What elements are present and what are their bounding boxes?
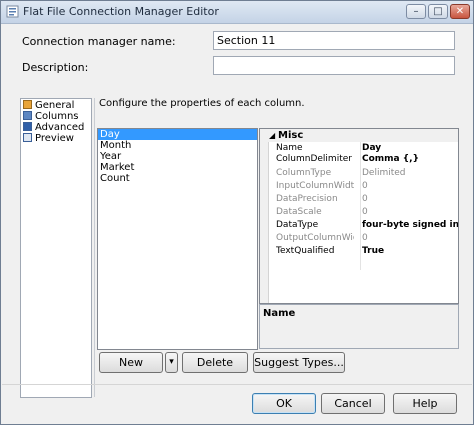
column-list[interactable]: Day Month Year Market Count xyxy=(97,128,258,350)
preview-icon xyxy=(23,133,32,142)
property-name: ColumnDelimiter xyxy=(276,154,352,164)
property-value: Delimited xyxy=(362,168,406,178)
description-label: Description: xyxy=(22,61,89,74)
help-button[interactable]: Help xyxy=(393,393,457,414)
property-value[interactable]: True xyxy=(362,246,458,257)
delete-button[interactable]: Delete xyxy=(182,352,248,373)
nav-item-label: General xyxy=(35,100,75,111)
property-row[interactable]: DataScale 0 xyxy=(268,207,458,218)
columns-icon xyxy=(23,111,32,120)
ok-button[interactable]: OK xyxy=(252,393,316,414)
property-name: OutputColumnWidth xyxy=(276,233,354,243)
property-value: 0 xyxy=(362,207,368,217)
property-row[interactable]: TextQualified True xyxy=(268,246,458,257)
description-input[interactable] xyxy=(213,56,455,75)
property-row[interactable]: DataType four-byte signed integer [DT xyxy=(268,220,458,231)
property-value[interactable]: Day xyxy=(362,143,458,154)
new-button[interactable]: New xyxy=(99,352,163,373)
property-name: Name xyxy=(276,143,303,153)
property-row[interactable]: InputColumnWidth 0 xyxy=(268,181,458,192)
property-row[interactable]: Name Day xyxy=(268,143,458,154)
nav-item-preview[interactable]: Preview xyxy=(23,133,74,145)
nav-item-label: Advanced xyxy=(35,122,85,133)
title-bar[interactable]: Flat File Connection Manager Editor – □ … xyxy=(1,1,473,24)
property-row[interactable]: OutputColumnWidth 0 xyxy=(268,233,458,244)
list-item[interactable]: Day xyxy=(98,129,257,140)
nav-item-label: Preview xyxy=(35,133,74,144)
property-row[interactable]: DataPrecision 0 xyxy=(268,194,458,205)
property-name: DataScale xyxy=(276,207,322,217)
new-dropdown-button[interactable]: ▾ xyxy=(165,352,178,373)
advanced-icon xyxy=(23,122,32,131)
list-item[interactable]: Market xyxy=(98,162,257,173)
minimize-button[interactable]: – xyxy=(406,4,426,19)
list-item[interactable]: Month xyxy=(98,140,257,151)
navigation-pane: General Columns Advanced Preview xyxy=(20,98,92,398)
list-item[interactable]: Year xyxy=(98,151,257,162)
property-name: TextQualified xyxy=(276,246,335,256)
button-bar-separator xyxy=(2,384,472,385)
property-row[interactable]: ColumnDelimiter Comma {,} xyxy=(268,154,458,165)
property-value[interactable]: four-byte signed integer [DT xyxy=(362,220,458,231)
property-value[interactable]: Comma {,} xyxy=(362,154,458,165)
cancel-button[interactable]: Cancel xyxy=(321,393,385,414)
property-name: InputColumnWidth xyxy=(276,181,354,191)
property-category-misc[interactable]: ◢ Misc xyxy=(268,129,458,142)
nav-item-label: Columns xyxy=(35,111,79,122)
connection-name-input[interactable] xyxy=(213,31,455,50)
property-value: 0 xyxy=(362,194,368,204)
description-title: Name xyxy=(263,308,296,319)
connection-name-label: Connection manager name: xyxy=(22,35,176,48)
instruction-text: Configure the properties of each column. xyxy=(99,98,305,109)
general-icon xyxy=(23,100,32,109)
close-button[interactable]: ✕ xyxy=(450,4,470,19)
property-description-pane: Name xyxy=(259,304,459,349)
property-row[interactable]: ColumnType Delimited xyxy=(268,168,458,179)
property-name: DataType xyxy=(276,220,319,230)
property-grid[interactable]: ◢ Misc Name Day ColumnDelimiter Comma {,… xyxy=(259,128,459,304)
connection-manager-icon xyxy=(6,5,19,18)
dialog-window: Flat File Connection Manager Editor – □ … xyxy=(0,0,474,425)
property-name: ColumnType xyxy=(276,168,332,178)
collapse-icon[interactable]: ◢ xyxy=(269,129,275,142)
property-value: 0 xyxy=(362,181,368,191)
list-item[interactable]: Count xyxy=(98,173,257,184)
property-value: 0 xyxy=(362,233,368,243)
maximize-button[interactable]: □ xyxy=(428,4,448,19)
pane-divider xyxy=(94,98,95,397)
property-name: DataPrecision xyxy=(276,194,338,204)
window-title: Flat File Connection Manager Editor xyxy=(23,5,219,18)
category-label: Misc xyxy=(278,130,304,141)
suggest-types-button[interactable]: Suggest Types... xyxy=(253,352,345,373)
